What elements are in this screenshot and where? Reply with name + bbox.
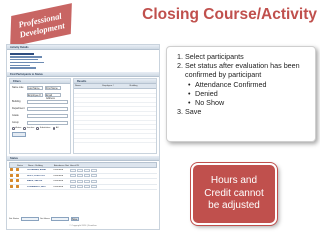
status-option: Attendance Confirmed	[195, 80, 309, 89]
slide-title: Closing Course/Activity	[142, 6, 317, 23]
set-hours-select[interactable]	[51, 217, 70, 221]
filter-building-row: Building	[10, 98, 70, 105]
step-text: Set status after evaluation has been con…	[185, 61, 300, 80]
results-panel: Results Name Employee # Building	[73, 78, 157, 154]
attendance-status[interactable]: Confirmed	[52, 180, 68, 182]
column-header[interactable]: Name	[74, 84, 101, 88]
activity-info	[7, 50, 159, 72]
filter-label: Building	[12, 100, 21, 103]
column-header[interactable]: Attendance Status	[53, 163, 69, 167]
save-button[interactable]: Save	[70, 217, 79, 221]
edit-icon[interactable]	[10, 184, 13, 188]
column-header[interactable]: Hours/CE	[69, 163, 156, 167]
credit-cells	[69, 174, 157, 178]
status-radio-group: Active Inactive Substitutes All	[10, 126, 70, 131]
last-name-input[interactable]: Last Name	[27, 85, 43, 90]
department-select[interactable]	[27, 106, 68, 111]
filter-group-row: Group	[10, 119, 70, 126]
application-screenshot: Activity Details Find Participants to St…	[6, 44, 160, 230]
steps-callout: Select participants Set status after eva…	[166, 46, 316, 142]
table-row	[74, 139, 156, 143]
filters-panel: Filters Name Like Last Name First Name E…	[9, 78, 71, 154]
email-input[interactable]: Email Address	[45, 92, 61, 100]
status-grid: Status Name - Building Attendance Status…	[7, 161, 159, 191]
filter-employee-row: Employee # Email Address	[10, 91, 70, 100]
credit-cells	[69, 179, 157, 183]
hours-credit-text: Hours and Credit cannot be adjusted	[204, 175, 264, 212]
participant-name: HOPP, DOROTHY	[27, 174, 46, 177]
status-icon[interactable]	[16, 184, 19, 188]
edit-icon[interactable]	[10, 168, 13, 172]
step-item: Select participants	[185, 52, 309, 61]
filter-label: Department	[12, 107, 25, 110]
edit-icon[interactable]	[10, 179, 13, 183]
column-header[interactable]: Name - Building	[27, 163, 53, 167]
set-status-select[interactable]	[20, 217, 39, 221]
copyright-text: © Copyright 2014 | Frontline	[69, 225, 97, 227]
edit-icon[interactable]	[10, 173, 13, 177]
filter-label: Name Like	[12, 86, 24, 89]
attendance-status[interactable]: Confirmed	[52, 169, 68, 171]
radio-all[interactable]: All	[52, 127, 58, 130]
radio-inactive[interactable]: Inactive	[23, 127, 34, 130]
filter-label: Grade	[12, 114, 19, 117]
building-select[interactable]	[27, 99, 68, 104]
attendance-status[interactable]: Confirmed	[52, 175, 68, 177]
steps-list: Select participants Set status after eva…	[173, 52, 309, 116]
radio-substitutes[interactable]: Substitutes	[36, 127, 51, 130]
status-icon[interactable]	[16, 179, 19, 183]
set-hours-label: Set Hours	[40, 218, 50, 220]
status-icon[interactable]	[16, 168, 19, 172]
participant-name: BAKE, SALLIE	[27, 180, 43, 183]
filter-department-row: Department	[10, 105, 70, 112]
table-row[interactable]: LOMBARDO, BILL Confirmed	[9, 184, 157, 190]
hours-credit-callout: Hours and Credit cannot be adjusted	[191, 163, 277, 225]
step-item: Save	[185, 107, 309, 116]
first-name-input[interactable]: First Name	[45, 85, 61, 90]
column-header[interactable]: Building	[129, 84, 156, 88]
filter-name-row: Name Like Last Name First Name	[10, 84, 70, 91]
status-icon[interactable]	[16, 173, 19, 177]
group-select[interactable]	[27, 120, 68, 125]
participant-name: LOMBARDO, BILL	[27, 185, 46, 188]
credit-cells	[69, 168, 157, 172]
status-option: Denied	[195, 89, 309, 98]
status-option: No Show	[195, 98, 309, 107]
employee-number-input[interactable]: Employee #	[27, 92, 43, 97]
filter-grade-row: Grade	[10, 112, 70, 119]
step-item: Set status after evaluation has been con…	[185, 61, 309, 107]
column-header[interactable]: Employee #	[101, 84, 128, 88]
radio-active[interactable]: Active	[12, 127, 21, 130]
search-button[interactable]	[12, 131, 26, 137]
filter-label: Group	[12, 121, 19, 124]
status-options-list: Attendance Confirmed Denied No Show	[185, 80, 309, 108]
column-header[interactable]: Status	[16, 163, 27, 167]
grade-select[interactable]	[27, 113, 68, 118]
status-footer: Set Status Set Hours Save	[9, 217, 157, 221]
credit-cells	[69, 185, 157, 189]
participant-name: GLOBBIAN, ANNE	[27, 169, 46, 172]
attendance-status[interactable]: Confirmed	[52, 186, 68, 188]
set-status-label: Set Status	[9, 218, 20, 220]
